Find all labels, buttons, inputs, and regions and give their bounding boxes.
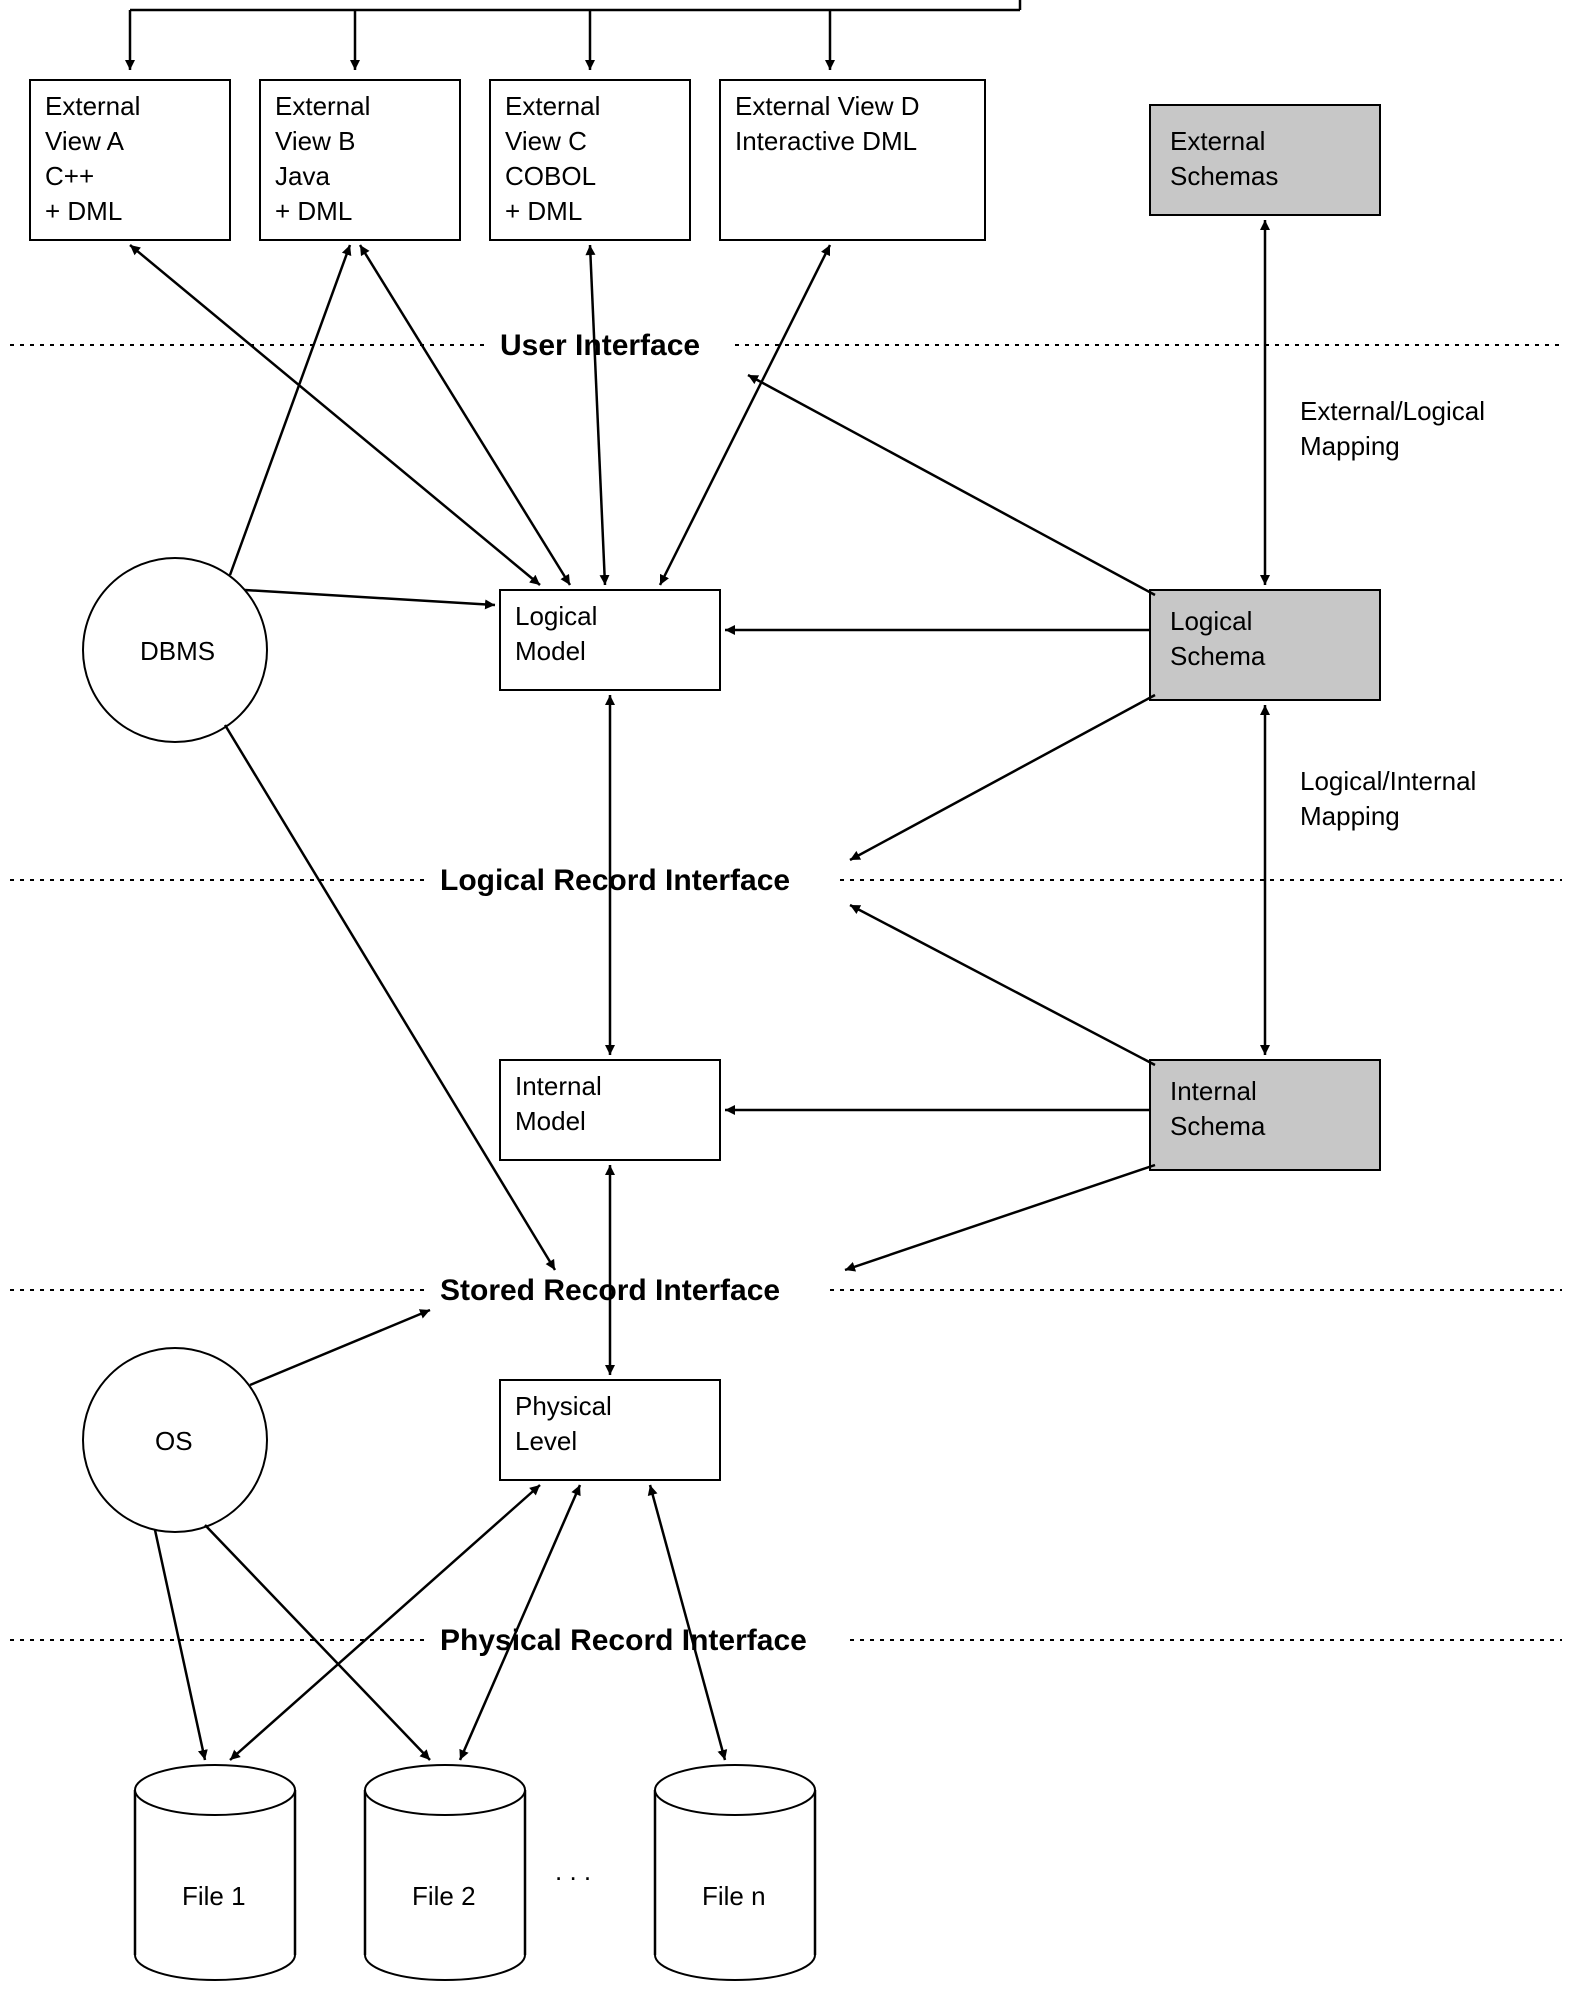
internal-schema-l2: Schema [1170,1111,1266,1141]
view-a-l1: External [45,91,140,121]
files-ellipsis: . . . [555,1856,591,1886]
logical-schema-l2: Schema [1170,641,1266,671]
ext-log-map-l1: External/Logical [1300,396,1485,426]
internal-model-l2: Model [515,1106,586,1136]
dbms-label: DBMS [140,636,215,666]
file-2-label: File 2 [412,1881,476,1911]
internal-model-l1: Internal [515,1071,602,1101]
logical-model-l1: Logical [515,601,597,631]
file-n-cylinder: File n [655,1765,815,1980]
view-a-l3: C++ [45,161,94,191]
logical-record-interface-label: Logical Record Interface [440,864,790,897]
file-2-cylinder: File 2 [365,1765,525,1980]
log-int-map-l2: Mapping [1300,801,1400,831]
ext-schemas-l1: External [1170,126,1265,156]
view-c-l2: View C [505,126,587,156]
os-label: OS [155,1426,193,1456]
view-b-l2: View B [275,126,355,156]
external-schemas-box [1150,105,1380,215]
view-b-l4: + DML [275,196,352,226]
view-b-l1: External [275,91,370,121]
view-d-l1: External View D [735,91,920,121]
file-1-label: File 1 [182,1881,246,1911]
view-d-l2: Interactive DML [735,126,917,156]
physical-record-interface-label: Physical Record Interface [440,1624,807,1657]
user-interface-label: User Interface [500,329,700,362]
ext-schemas-l2: Schemas [1170,161,1278,191]
view-a-l4: + DML [45,196,122,226]
view-b-l3: Java [275,161,330,191]
view-a-l2: View A [45,126,125,156]
view-c-l4: + DML [505,196,582,226]
internal-schema-l1: Internal [1170,1076,1257,1106]
physical-level-l2: Level [515,1426,577,1456]
logical-model-l2: Model [515,636,586,666]
physical-level-l1: Physical [515,1391,612,1421]
ext-log-map-l2: Mapping [1300,431,1400,461]
logical-schema-l1: Logical [1170,606,1252,636]
file-1-cylinder: File 1 [135,1765,295,1980]
file-n-label: File n [702,1881,766,1911]
view-c-l1: External [505,91,600,121]
log-int-map-l1: Logical/Internal [1300,766,1476,796]
view-c-l3: COBOL [505,161,596,191]
